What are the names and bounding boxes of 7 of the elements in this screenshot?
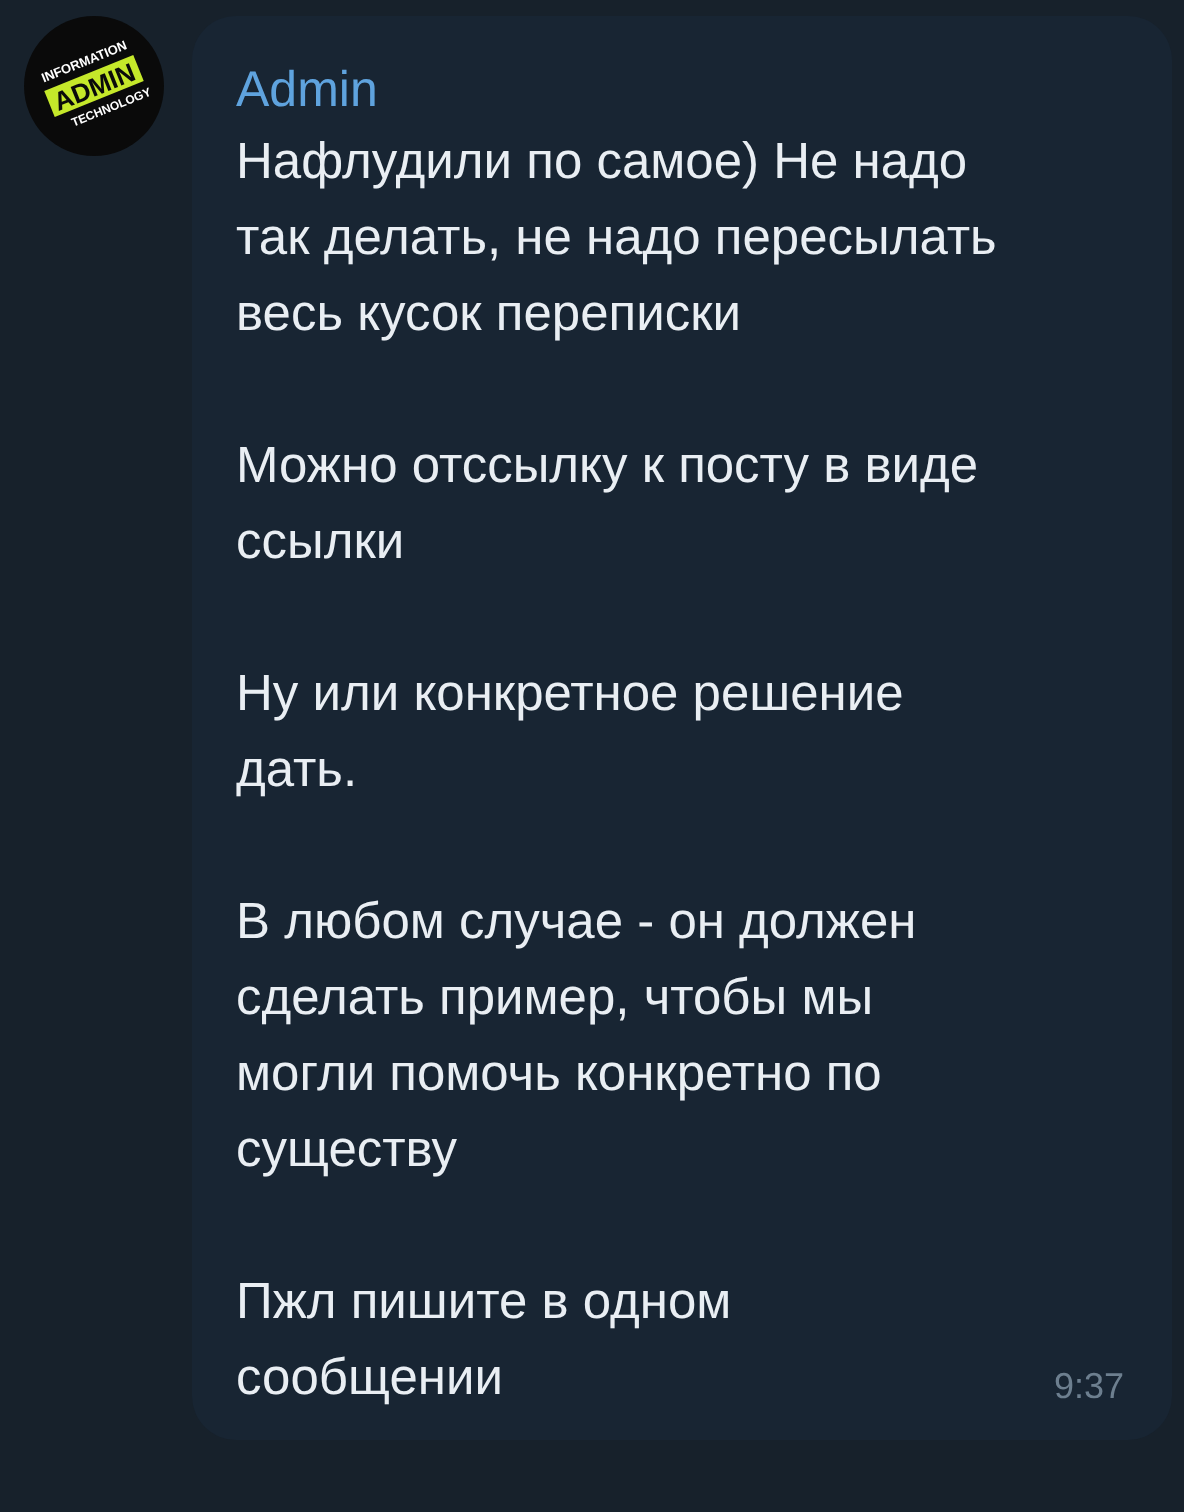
message-paragraph: Ну или конкретное решение дать. [236,664,904,802]
message-paragraph: Пжл пишите в одном сообщении [236,1272,732,1410]
message-paragraph: В любом случае - он должен сделать пример, чтобы мы могли помочь конкретно по существу [236,892,917,1182]
message-paragraph: Нафлудили по самое) Не надо так делать, не надо пересылать весь кусок переписки [236,132,997,346]
message-time: 9:37 [1053,1366,1124,1408]
message-paragraph: Можно отссылку к посту в виде ссылки [236,436,979,574]
sender-name[interactable]: Admin [236,56,378,124]
